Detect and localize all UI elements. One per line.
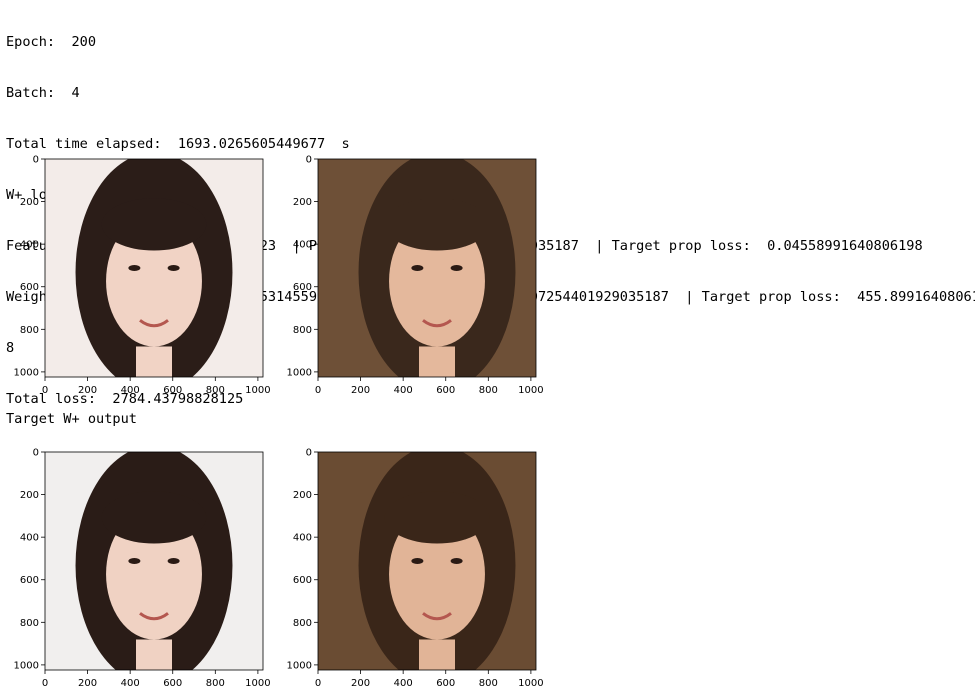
y-tick-label: 400 (293, 240, 312, 251)
y-tick-label: 200 (20, 490, 39, 501)
y-tick-label: 0 (306, 155, 312, 166)
y-tick-label: 600 (20, 575, 39, 586)
y-tick-label: 800 (293, 618, 312, 629)
x-tick-label: 600 (163, 385, 182, 396)
y-tick-label: 400 (20, 240, 39, 251)
y-tick-label: 400 (20, 533, 39, 544)
x-tick-label: 200 (351, 385, 370, 396)
x-tick-label: 800 (479, 678, 498, 689)
face-image (45, 452, 263, 670)
section-label-target-output: Target W+ output (6, 411, 137, 427)
log-batch: Batch: 4 (6, 85, 80, 101)
image-axes: 020040060080010000 200 400 600 800 1000 (287, 155, 544, 397)
y-tick-label: 1000 (287, 660, 312, 671)
x-tick-label: 200 (78, 385, 97, 396)
y-tick-label: 800 (20, 618, 39, 629)
x-tick-label: 200 (351, 678, 370, 689)
y-tick-label: 800 (293, 325, 312, 336)
x-tick-label: 800 (479, 385, 498, 396)
image-plot-1: 0 200 400 600 800 1000 0 200 400 600 800 1000 (10, 153, 271, 398)
y-tick-label: 0 (306, 448, 312, 459)
x-tick-label: 0 (315, 385, 321, 396)
y-tick-label: 200 (293, 197, 312, 208)
face-image (318, 159, 536, 377)
y-tick-label: 1000 (287, 367, 312, 378)
x-tick-label: 1000 (245, 678, 270, 689)
x-tick-label: 0 (42, 385, 48, 396)
y-tick-label: 600 (20, 282, 39, 293)
image-plot-2: 0 200 400 600 800 1000 0 200 400 600 800 1000 (283, 153, 544, 398)
x-tick-label: 600 (436, 678, 455, 689)
x-tick-label: 400 (394, 385, 413, 396)
image-axes: 020040060080010000 200 400 600 800 1000 (14, 448, 271, 690)
y-tick-label: 0 (33, 448, 39, 459)
x-tick-label: 1000 (518, 678, 543, 689)
x-tick-label: 800 (206, 385, 225, 396)
y-tick-label: 400 (293, 533, 312, 544)
y-tick-label: 200 (20, 197, 39, 208)
x-tick-label: 0 (42, 678, 48, 689)
log-time-elapsed: Total time elapsed: 1693.0265605449677 s (6, 136, 350, 152)
y-tick-label: 800 (20, 325, 39, 336)
x-tick-label: 400 (121, 385, 140, 396)
image-axes: 020040060080010000 200 400 600 800 1000 (287, 448, 544, 690)
face-image (45, 159, 263, 377)
x-tick-label: 800 (206, 678, 225, 689)
face-image (318, 452, 536, 670)
x-tick-label: 400 (121, 678, 140, 689)
image-axes: 020040060080010000 200 400 600 800 1000 (14, 155, 271, 397)
y-tick-label: 1000 (14, 660, 39, 671)
x-tick-label: 1000 (245, 385, 270, 396)
y-tick-label: 200 (293, 490, 312, 501)
log-epoch: Epoch: 200 (6, 34, 97, 50)
x-tick-label: 0 (315, 678, 321, 689)
y-tick-label: 1000 (14, 367, 39, 378)
y-tick-label: 600 (293, 282, 312, 293)
x-tick-label: 400 (394, 678, 413, 689)
x-tick-label: 600 (163, 678, 182, 689)
x-tick-label: 600 (436, 385, 455, 396)
x-tick-label: 200 (78, 678, 97, 689)
y-tick-label: 600 (293, 575, 312, 586)
y-tick-label: 0 (33, 155, 39, 166)
image-plot-3: 0 200 400 600 800 1000 0 200 400 600 800 1000 (10, 446, 271, 691)
image-plot-4: 0 200 400 600 800 1000 0 200 400 600 800 1000 (283, 446, 544, 691)
x-tick-label: 1000 (518, 385, 543, 396)
